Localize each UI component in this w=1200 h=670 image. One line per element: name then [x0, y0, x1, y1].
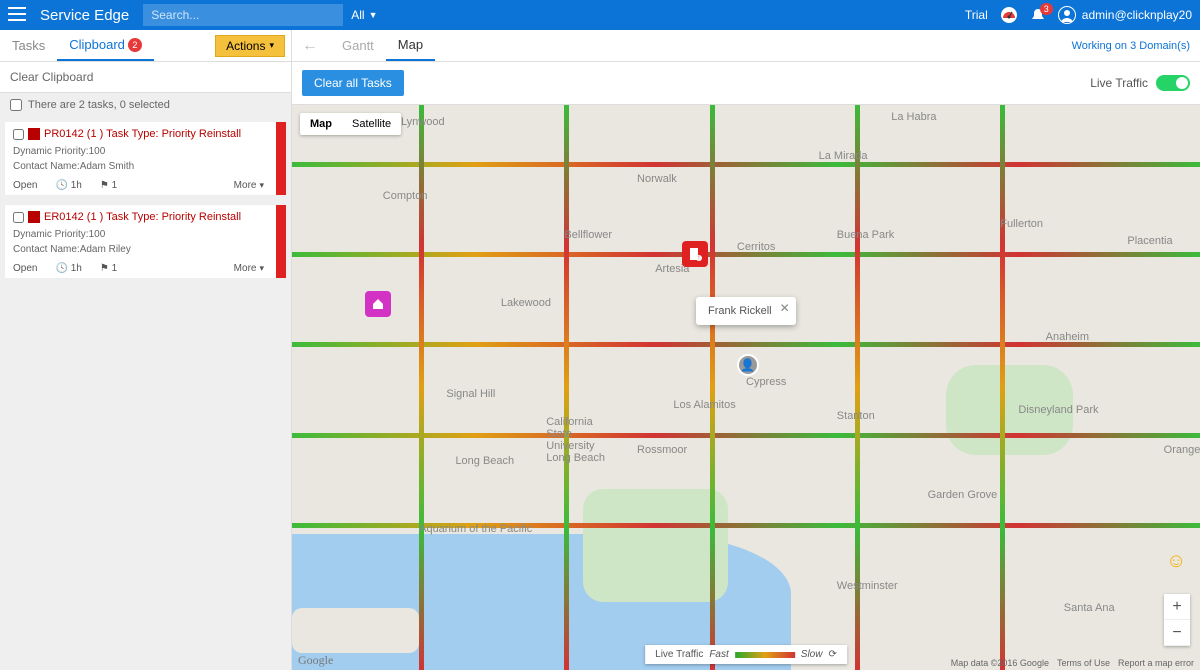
zoom-in-button[interactable]: + [1164, 594, 1190, 620]
task-flag: ⚑ 1 [100, 180, 117, 191]
task-title: PR0142 (1 ) Task Type: Priority Reinstal… [44, 128, 241, 140]
map-type-map[interactable]: Map [300, 113, 342, 135]
technician-marker[interactable]: 👤 [737, 354, 761, 378]
home-marker[interactable] [365, 291, 391, 317]
task-priority: Dynamic Priority:100 [13, 227, 278, 242]
chevron-down-icon: ▾ [259, 263, 264, 274]
priority-stripe [276, 205, 286, 278]
trial-label: Trial [965, 8, 988, 22]
chevron-down-icon: ▾ [259, 180, 264, 191]
map-canvas[interactable]: Lynwood Compton Norwalk Bellflower Lakew… [292, 105, 1200, 670]
tab-tasks[interactable]: Tasks [0, 30, 57, 61]
main-panel: Clear all Tasks Live Traffic [292, 62, 1200, 670]
person-icon: 👤 [737, 354, 759, 376]
sidebar: Clear Clipboard There are 2 tasks, 0 sel… [0, 62, 292, 670]
live-traffic-toggle[interactable] [1156, 75, 1190, 91]
task-more-button[interactable]: More ▾ [234, 263, 264, 274]
notifications-icon[interactable]: 3 [1030, 7, 1046, 23]
google-logo: Google [298, 653, 333, 668]
hamburger-icon[interactable] [8, 7, 28, 24]
task-card[interactable]: ER0142 (1 ) Task Type: Priority Reinstal… [4, 204, 287, 279]
task-type-icon [28, 128, 40, 140]
alert-marker[interactable]: ! [682, 241, 708, 267]
info-window: ✕ Frank Rickell [696, 297, 796, 325]
domains-link[interactable]: Working on 3 Domain(s) [1072, 40, 1190, 52]
priority-stripe [276, 122, 286, 195]
traffic-legend: Live Traffic Fast Slow ⟳ [645, 645, 847, 664]
task-summary-text: There are 2 tasks, 0 selected [28, 99, 170, 111]
map-background [292, 105, 1200, 670]
search-filter-dropdown[interactable]: All ▼ [343, 4, 385, 26]
actions-dropdown[interactable]: Actions ▾ [215, 35, 285, 57]
map-type-control: Map Satellite [300, 113, 401, 135]
terms-link[interactable]: Terms of Use [1057, 658, 1110, 668]
notification-count: 3 [1040, 3, 1053, 15]
legend-slow: Slow [801, 649, 823, 660]
task-contact: Contact Name:Adam Smith [13, 159, 278, 174]
refresh-icon[interactable]: ⟳ [828, 649, 836, 660]
task-checkbox[interactable] [13, 212, 24, 223]
task-flag: ⚑ 1 [100, 263, 117, 274]
select-all-checkbox[interactable] [10, 99, 22, 111]
close-icon[interactable]: ✕ [780, 301, 790, 315]
task-duration: 🕓 1h [55, 180, 81, 191]
pegman-icon[interactable]: ☺ [1166, 550, 1188, 580]
clipboard-count-badge: 2 [128, 38, 142, 52]
chevron-down-icon: ▾ [269, 40, 274, 51]
svg-text:!: ! [699, 256, 700, 261]
task-contact: Contact Name:Adam Riley [13, 242, 278, 257]
map-type-satellite[interactable]: Satellite [342, 113, 401, 135]
task-checkbox[interactable] [13, 129, 24, 140]
user-avatar-icon [1058, 6, 1076, 24]
task-title: ER0142 (1 ) Task Type: Priority Reinstal… [44, 211, 241, 223]
user-menu[interactable]: admin@clicknplay20 [1058, 6, 1192, 24]
top-bar: Service Edge All ▼ Trial 3 admin@clicknp… [0, 0, 1200, 30]
dashboard-icon[interactable] [1000, 6, 1018, 24]
search-filter-label: All [351, 8, 364, 22]
zoom-control: + − [1164, 594, 1190, 646]
back-arrow-icon[interactable]: ← [302, 37, 318, 55]
live-traffic-label: Live Traffic [1090, 76, 1148, 90]
home-icon [371, 297, 385, 311]
info-window-title: Frank Rickell [708, 305, 772, 317]
tab-clipboard[interactable]: Clipboard 2 [57, 30, 154, 61]
task-card[interactable]: PR0142 (1 ) Task Type: Priority Reinstal… [4, 121, 287, 196]
task-status: Open [13, 263, 37, 274]
task-duration: 🕓 1h [55, 263, 81, 274]
task-more-button[interactable]: More ▾ [234, 180, 264, 191]
task-type-icon [28, 211, 40, 223]
app-title: Service Edge [40, 7, 129, 24]
task-summary-row: There are 2 tasks, 0 selected [0, 93, 291, 117]
legend-label: Live Traffic [655, 649, 703, 660]
user-email: admin@clicknplay20 [1082, 8, 1192, 22]
document-alert-icon: ! [688, 247, 702, 261]
legend-gradient [735, 652, 795, 658]
task-status: Open [13, 180, 37, 191]
chevron-down-icon: ▼ [369, 10, 378, 20]
zoom-out-button[interactable]: − [1164, 620, 1190, 646]
map-toolbar: Clear all Tasks Live Traffic [292, 62, 1200, 105]
tab-gantt[interactable]: Gantt [330, 30, 386, 61]
report-error-link[interactable]: Report a map error [1118, 658, 1194, 668]
task-priority: Dynamic Priority:100 [13, 144, 278, 159]
tab-map[interactable]: Map [386, 30, 435, 61]
secondary-bar: Tasks Clipboard 2 Actions ▾ ← Gantt Map … [0, 30, 1200, 62]
clear-all-tasks-button[interactable]: Clear all Tasks [302, 70, 404, 96]
legend-fast: Fast [709, 649, 728, 660]
map-attribution: Map data ©2016 Google Terms of Use Repor… [951, 658, 1194, 668]
clear-clipboard-button[interactable]: Clear Clipboard [0, 62, 291, 93]
search-input[interactable] [143, 4, 343, 26]
